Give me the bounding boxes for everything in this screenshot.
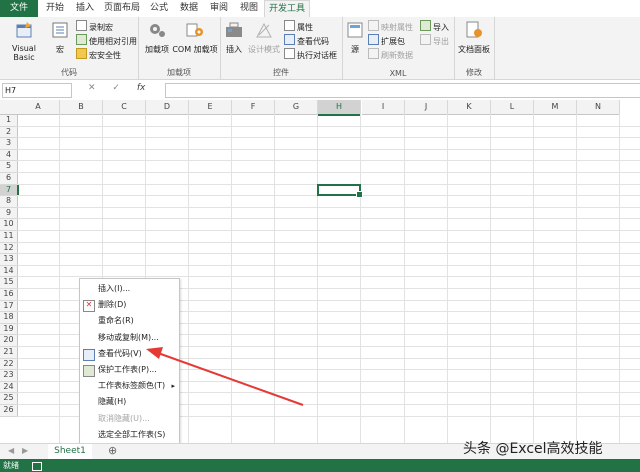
add-sheet-icon[interactable]: ⊕ [108,444,117,457]
status-bar: 就绪 [0,459,640,472]
macro-record-icon[interactable] [32,462,42,471]
annotation-arrow [146,347,304,406]
watermark: 头条 @Excel高效技能 [463,441,603,457]
next-sheet-icon[interactable]: ▶ [22,446,28,455]
prev-sheet-icon[interactable]: ◀ [8,446,14,455]
status-ready: 就绪 [3,461,19,470]
